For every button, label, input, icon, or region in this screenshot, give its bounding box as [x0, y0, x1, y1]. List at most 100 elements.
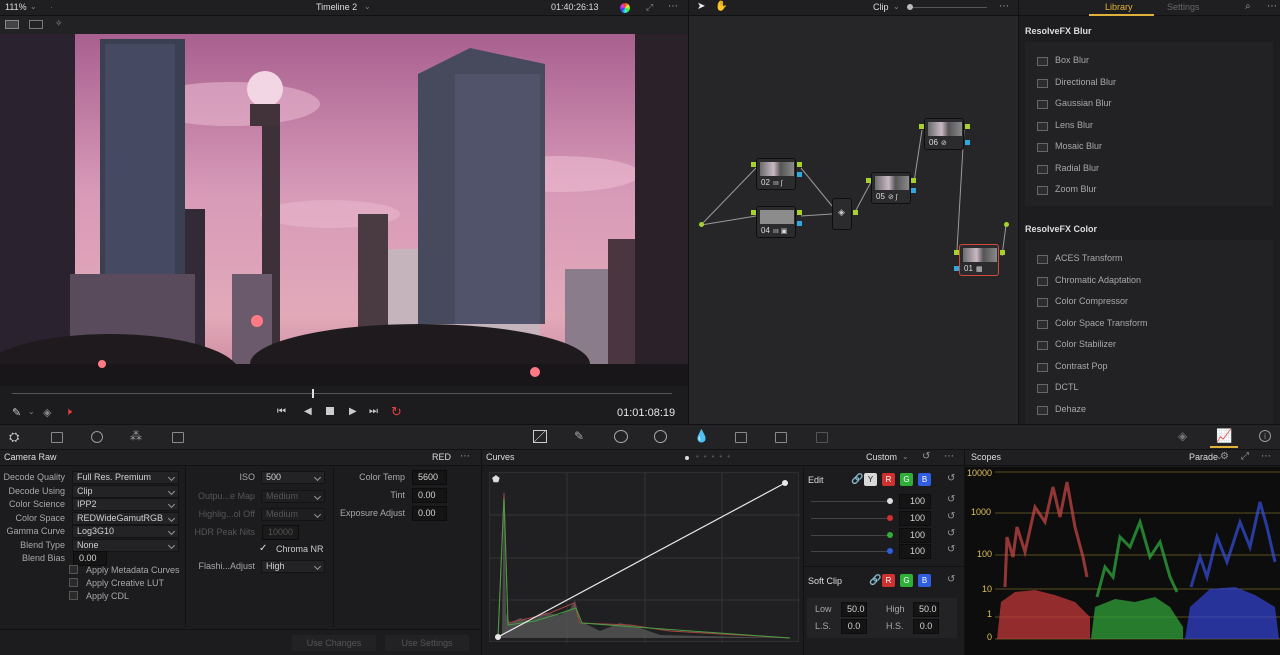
- color-space-dropdown[interactable]: REDWideGamutRGB: [72, 512, 179, 525]
- fx-item[interactable]: Color Stabilizer: [1035, 334, 1275, 355]
- eyedropper-icon[interactable]: ✎: [12, 406, 21, 419]
- intensity-slider-y[interactable]: [811, 501, 891, 502]
- tracker-icon[interactable]: [654, 430, 667, 443]
- node-input-pin[interactable]: [751, 162, 756, 167]
- fx-item[interactable]: Gaussian Blur: [1035, 93, 1275, 114]
- color-temp-field[interactable]: 5600: [412, 470, 447, 485]
- scopes-icon[interactable]: 📈: [1216, 428, 1232, 444]
- fx-item[interactable]: Mosaic Blur: [1035, 136, 1275, 157]
- flashing-dropdown[interactable]: High: [261, 560, 325, 573]
- fx-item[interactable]: Box Blur: [1035, 50, 1275, 71]
- source-input-pin[interactable]: [699, 222, 704, 227]
- node-input-pin[interactable]: [751, 210, 756, 215]
- node-output-pin[interactable]: [853, 210, 858, 215]
- node-01[interactable]: 01 ▦: [959, 244, 999, 276]
- reset-icon[interactable]: ↺: [947, 473, 955, 484]
- use-changes-button[interactable]: Use Changes: [292, 635, 376, 651]
- node-05[interactable]: 05 ⊘ ∫: [871, 172, 911, 204]
- node-key-pin[interactable]: [797, 172, 802, 177]
- reset-icon[interactable]: ↺: [947, 544, 955, 555]
- intensity-knob-y[interactable]: [887, 498, 893, 504]
- 3d-icon[interactable]: [816, 432, 828, 443]
- play-icon[interactable]: ▶: [349, 406, 357, 417]
- loop-icon[interactable]: ↻: [391, 404, 402, 420]
- zoom-level[interactable]: 111%: [5, 2, 27, 12]
- reset-icon[interactable]: ↺: [947, 574, 955, 585]
- scrubber-track[interactable]: [12, 393, 672, 394]
- exposure-field[interactable]: 0.00: [412, 506, 447, 521]
- link-icon[interactable]: 🔗: [851, 474, 863, 485]
- intensity-slider-g[interactable]: [811, 535, 891, 536]
- node-04[interactable]: 04 ııı ▣: [756, 206, 796, 238]
- page-dot-active[interactable]: [685, 456, 689, 460]
- link-icon[interactable]: 🔗: [869, 575, 881, 586]
- chevron-down-icon[interactable]: ⌄: [30, 2, 37, 11]
- key-icon[interactable]: [735, 432, 747, 443]
- fullscreen-icon[interactable]: ⤢: [646, 2, 653, 13]
- color-match-icon[interactable]: [51, 432, 63, 443]
- softclip-b-button[interactable]: B: [918, 574, 931, 587]
- mute-icon[interactable]: 🕨: [65, 406, 72, 419]
- motion-effects-icon[interactable]: [172, 432, 184, 443]
- channel-b-button[interactable]: B: [918, 473, 931, 486]
- metadata-curves-checkbox[interactable]: [69, 565, 78, 574]
- creative-lut-checkbox[interactable]: [69, 578, 78, 587]
- fx-item[interactable]: Color Compressor: [1035, 291, 1275, 312]
- more-options-icon[interactable]: ⋯: [1267, 1, 1277, 12]
- chevron-down-icon[interactable]: ⌄: [902, 452, 909, 461]
- node-editor[interactable]: ➤ ✋ Clip ⌄ ⋯ 02 ııı ∫ 04 ııı ▣ ◈ 05 ⊘ ∫ …: [688, 0, 1019, 424]
- fx-item[interactable]: Lens Blur: [1035, 115, 1275, 136]
- scope-type-dropdown[interactable]: Parade: [1189, 452, 1218, 462]
- node-input-pin[interactable]: [954, 250, 959, 255]
- intensity-knob-b[interactable]: [887, 548, 893, 554]
- output-pin[interactable]: [1004, 222, 1009, 227]
- playhead[interactable]: [312, 389, 314, 398]
- scope-settings-icon[interactable]: ⚙: [1220, 451, 1229, 462]
- node-output-pin[interactable]: [797, 162, 802, 167]
- fx-item[interactable]: DCTL: [1035, 377, 1275, 398]
- reset-icon[interactable]: ↺: [922, 451, 930, 462]
- split-view-icon[interactable]: [29, 20, 43, 29]
- layer-mixer-node[interactable]: ◈: [832, 198, 852, 230]
- fx-item[interactable]: Radial Blur: [1035, 158, 1275, 179]
- window-icon[interactable]: [614, 430, 628, 443]
- node-key-pin[interactable]: [797, 221, 802, 226]
- node-input-pin[interactable]: [866, 178, 871, 183]
- tab-settings[interactable]: Settings: [1167, 2, 1200, 12]
- fx-item[interactable]: Zoom Blur: [1035, 179, 1275, 200]
- layers-icon[interactable]: ◈: [43, 406, 51, 419]
- node-output-pin[interactable]: [797, 210, 802, 215]
- reset-icon[interactable]: ↺: [947, 494, 955, 505]
- node-output-pin[interactable]: [911, 178, 916, 183]
- use-settings-button[interactable]: Use Settings: [385, 635, 469, 651]
- page-dots[interactable]: •••••: [696, 452, 735, 461]
- blur-icon[interactable]: 💧: [694, 429, 709, 443]
- sizing-icon[interactable]: [775, 432, 787, 443]
- low-field[interactable]: 50.0: [841, 602, 867, 617]
- high-field[interactable]: 50.0: [913, 602, 939, 617]
- intensity-value-g[interactable]: 100: [899, 528, 931, 543]
- curves-icon[interactable]: [533, 430, 547, 443]
- color-science-dropdown[interactable]: IPP2: [72, 498, 179, 511]
- keyframes-icon[interactable]: ◈: [1178, 429, 1187, 443]
- decode-quality-dropdown[interactable]: Full Res. Premium: [72, 471, 179, 484]
- skip-to-end-icon[interactable]: ⏭: [369, 406, 378, 417]
- node-06[interactable]: 06 ⊘: [924, 118, 964, 150]
- more-options-icon[interactable]: ⋯: [460, 451, 470, 462]
- decode-using-dropdown[interactable]: Clip: [72, 485, 179, 498]
- fx-item[interactable]: Color Space Transform: [1035, 313, 1275, 334]
- channel-g-button[interactable]: G: [900, 473, 913, 486]
- hs-field[interactable]: 0.0: [913, 619, 939, 634]
- fx-item[interactable]: Directional Blur: [1035, 72, 1275, 93]
- info-icon[interactable]: i: [1259, 430, 1271, 442]
- intensity-slider-b[interactable]: [811, 551, 891, 552]
- cdl-checkbox[interactable]: [69, 591, 78, 600]
- intensity-knob-g[interactable]: [887, 532, 893, 538]
- intensity-value-r[interactable]: 100: [899, 511, 931, 526]
- softclip-r-button[interactable]: R: [882, 574, 895, 587]
- more-options-icon[interactable]: ⋯: [668, 1, 678, 12]
- curve-graph[interactable]: ⬟: [489, 472, 800, 643]
- softclip-g-button[interactable]: G: [900, 574, 913, 587]
- single-view-icon[interactable]: [5, 20, 19, 29]
- checkmark-icon[interactable]: ✓: [259, 543, 267, 554]
